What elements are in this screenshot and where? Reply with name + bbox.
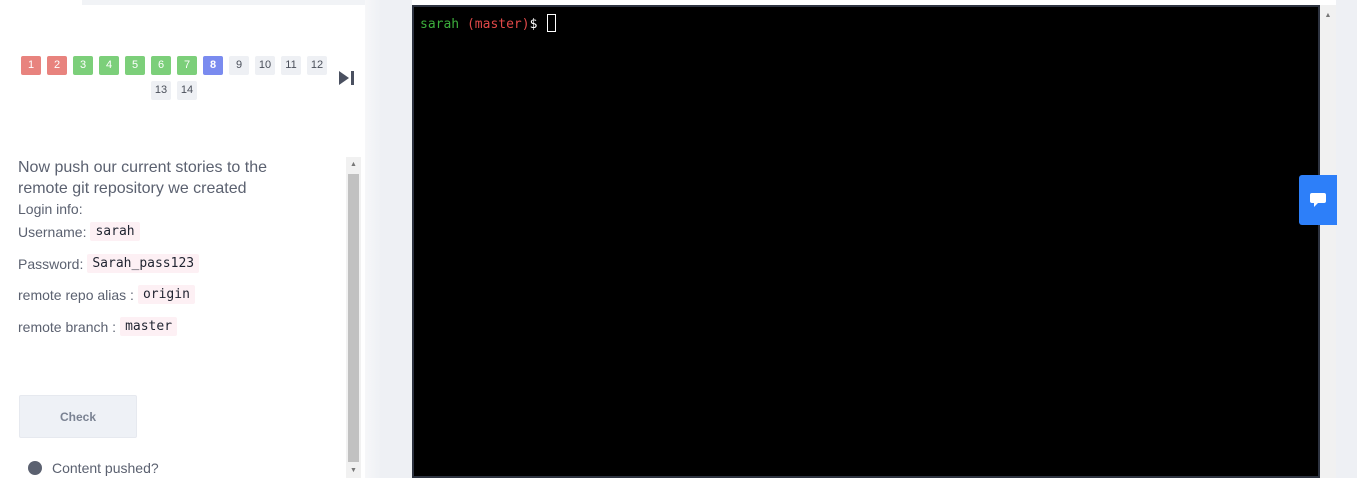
- page-button-7[interactable]: 7: [177, 56, 197, 75]
- task-scrollbar[interactable]: ▲ ▼: [346, 157, 361, 478]
- username-value: sarah: [90, 222, 140, 241]
- check-result-label: Content pushed?: [52, 460, 159, 476]
- page-button-14[interactable]: 14: [177, 81, 197, 100]
- panel-divider: [365, 0, 382, 478]
- question-pager: 1 2 3 4 5 6 7 8 9 10 11 12 13 14: [18, 56, 330, 100]
- password-label: Password:: [18, 255, 84, 272]
- scroll-down-icon[interactable]: ▼: [346, 463, 361, 478]
- page-button-4[interactable]: 4: [99, 56, 119, 75]
- task-panel: 1 2 3 4 5 6 7 8 9 10 11 12 13 14 Now pus…: [0, 0, 365, 478]
- username-label: Username:: [18, 223, 87, 240]
- page-button-10[interactable]: 10: [255, 56, 275, 75]
- branch-value: master: [120, 317, 178, 336]
- page-button-11[interactable]: 11: [281, 56, 301, 75]
- page-button-6[interactable]: 6: [151, 56, 171, 75]
- page-button-12[interactable]: 12: [307, 56, 327, 75]
- page-button-2[interactable]: 2: [47, 56, 67, 75]
- page-button-9[interactable]: 9: [229, 56, 249, 75]
- task-title: Now push our current stories to the remo…: [18, 159, 268, 197]
- password-value: Sarah_pass123: [87, 254, 200, 273]
- right-gutter: [1336, 0, 1357, 478]
- password-row: Password: Sarah_pass123: [18, 254, 200, 273]
- page-button-13[interactable]: 13: [151, 81, 171, 100]
- page-button-8[interactable]: 8: [203, 56, 223, 75]
- scrollbar-thumb[interactable]: [348, 174, 359, 462]
- terminal-cursor: [547, 14, 557, 32]
- prompt-user: sarah: [420, 17, 460, 32]
- scroll-up-icon[interactable]: ▲: [346, 157, 361, 172]
- branch-row: remote branch : master: [18, 317, 178, 336]
- check-button[interactable]: Check: [19, 395, 137, 438]
- username-row: Username: sarah: [18, 222, 140, 241]
- alias-label: remote repo alias :: [18, 286, 134, 303]
- skip-to-end-icon[interactable]: [338, 70, 356, 86]
- page-button-3[interactable]: 3: [73, 56, 93, 75]
- check-result-item: Content pushed?: [28, 460, 159, 476]
- prompt-branch: (master): [459, 17, 530, 32]
- prompt-symbol: $: [529, 17, 546, 32]
- chat-bubble-icon: [1310, 193, 1326, 207]
- login-info-label: Login info:: [18, 201, 83, 217]
- terminal-scroll-up-icon[interactable]: ▲: [1320, 8, 1336, 22]
- alias-row: remote repo alias : origin: [18, 285, 195, 304]
- feedback-button[interactable]: [1299, 175, 1337, 225]
- branch-label: remote branch :: [18, 318, 117, 335]
- terminal-prompt: sarah (master)$: [420, 14, 557, 32]
- top-strip: [82, 0, 365, 5]
- panel-gap: [382, 0, 412, 478]
- status-dot-icon: [28, 461, 42, 475]
- page-button-1[interactable]: 1: [21, 56, 41, 75]
- alias-value: origin: [137, 285, 195, 304]
- terminal[interactable]: sarah (master)$: [412, 5, 1320, 478]
- page-button-5[interactable]: 5: [125, 56, 145, 75]
- terminal-scrollbar[interactable]: ▲: [1320, 5, 1336, 478]
- login-info-text: Login info:: [18, 201, 83, 217]
